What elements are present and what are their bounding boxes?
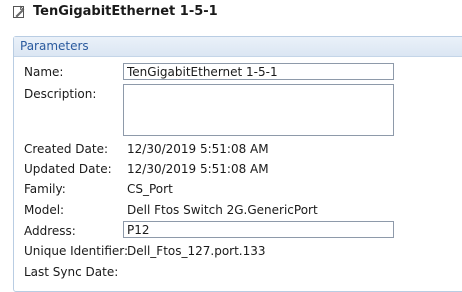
model-value: Dell Ftos Switch 2G.GenericPort bbox=[127, 203, 318, 217]
window-title: TenGigabitEthernet 1-5-1 bbox=[33, 4, 218, 19]
address-label: Address: bbox=[24, 224, 76, 238]
parameters-header: Parameters bbox=[14, 37, 462, 57]
unique-identifier-value: Dell_Ftos_127.port.133 bbox=[127, 244, 266, 258]
family-label: Family: bbox=[24, 182, 66, 196]
description-label: Description: bbox=[24, 87, 97, 101]
address-field[interactable] bbox=[123, 221, 394, 238]
model-label: Model: bbox=[24, 203, 65, 217]
name-field[interactable] bbox=[123, 63, 394, 80]
created-date-label: Created Date: bbox=[24, 142, 109, 156]
created-date-value: 12/30/2019 5:51:08 AM bbox=[127, 142, 269, 156]
unique-identifier-label: Unique Identifier: bbox=[24, 244, 129, 258]
last-sync-date-label: Last Sync Date: bbox=[24, 265, 119, 279]
name-label: Name: bbox=[24, 65, 64, 79]
parameters-header-label: Parameters bbox=[20, 39, 89, 53]
window-titlebar: TenGigabitEthernet 1-5-1 bbox=[0, 0, 462, 30]
family-value: CS_Port bbox=[127, 182, 173, 196]
document-icon bbox=[12, 5, 26, 19]
updated-date-value: 12/30/2019 5:51:08 AM bbox=[127, 162, 269, 176]
description-field[interactable] bbox=[123, 84, 394, 136]
updated-date-label: Updated Date: bbox=[24, 162, 112, 176]
